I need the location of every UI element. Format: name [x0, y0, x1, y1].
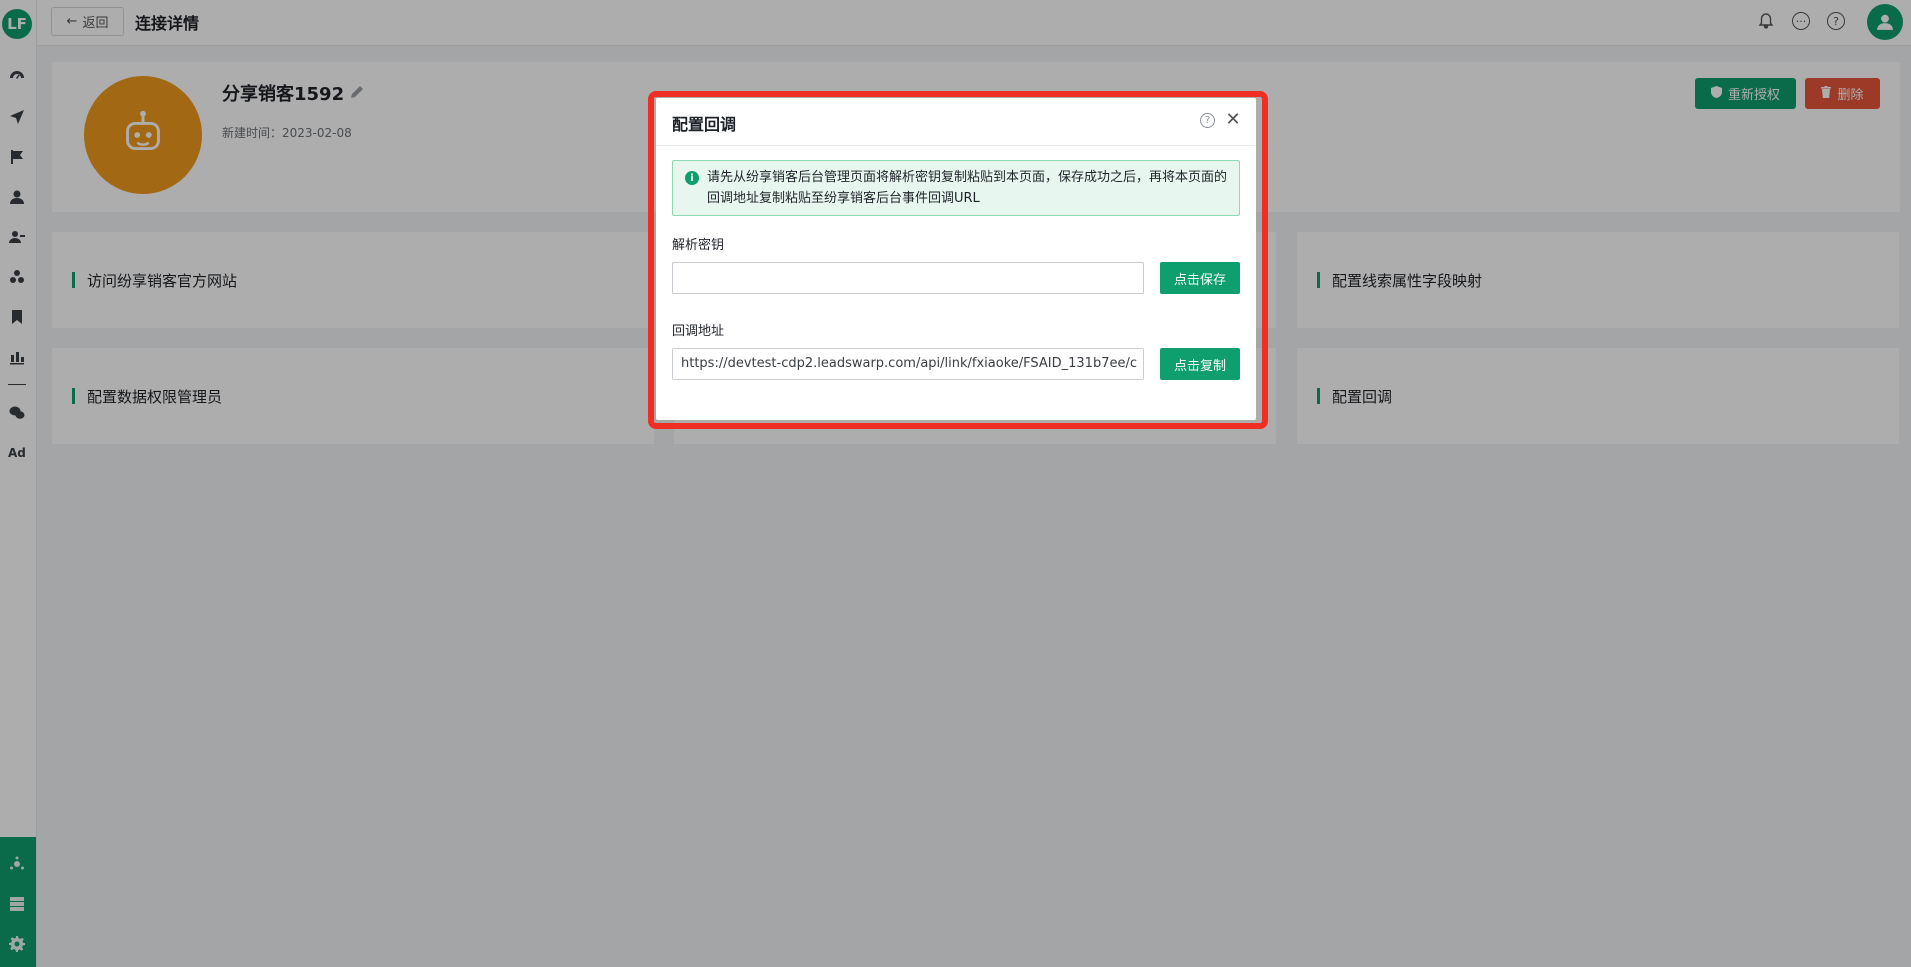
save-button[interactable]: 点击保存: [1160, 262, 1240, 294]
help-icon[interactable]: ?: [1200, 113, 1215, 128]
alert-text: 请先从纷享销客后台管理页面将解析密钥复制粘贴到本页面，保存成功之后，再将本页面的…: [707, 170, 1228, 206]
info-alert: i 请先从纷享销客后台管理页面将解析密钥复制粘贴到本页面，保存成功之后，再将本页…: [672, 160, 1240, 216]
copy-button[interactable]: 点击复制: [1160, 348, 1240, 380]
callback-config-modal: 配置回调 ? ✕ i 请先从纷享销客后台管理页面将解析密钥复制粘贴到本页面，保存…: [656, 98, 1256, 420]
modal-header: 配置回调 ? ✕: [656, 98, 1256, 146]
secret-input[interactable]: [672, 262, 1144, 294]
callback-url-label: 回调地址: [672, 324, 725, 339]
modal-title: 配置回调: [672, 115, 737, 134]
callback-url-input[interactable]: https://devtest-cdp2.leadswarp.com/api/l…: [672, 348, 1144, 380]
close-icon[interactable]: ✕: [1223, 109, 1243, 130]
info-icon: i: [685, 171, 699, 185]
secret-label: 解析密钥: [672, 238, 725, 253]
